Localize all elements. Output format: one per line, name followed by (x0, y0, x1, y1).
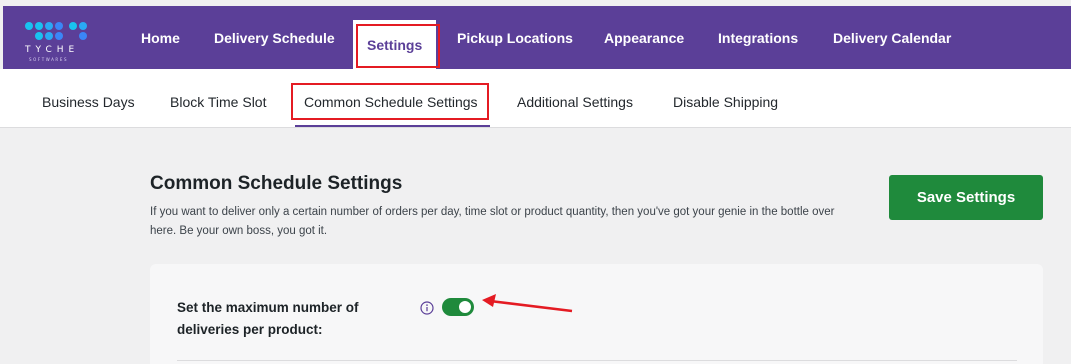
red-arrow-annotation (482, 294, 573, 313)
settings-highlight-box (356, 24, 440, 68)
logo-subtitle: SOFTWARES (29, 57, 69, 62)
tab-block-time-slot[interactable]: Block Time Slot (170, 69, 266, 127)
info-icon[interactable] (420, 301, 434, 315)
nav-pickup-locations[interactable]: Pickup Locations (457, 6, 573, 69)
sub-navigation-bar: Business Days Block Time Slot Common Sch… (0, 69, 1071, 128)
card-divider (177, 360, 1017, 361)
settings-card: Set the maximum number of deliveries per… (150, 264, 1043, 364)
max-deliveries-toggle[interactable] (442, 298, 474, 316)
active-tab-underline (295, 125, 490, 127)
tyche-logo[interactable]: TYCHE SOFTWARES (25, 20, 95, 64)
save-settings-button[interactable]: Save Settings (889, 175, 1043, 220)
nav-delivery-calendar[interactable]: Delivery Calendar (833, 6, 951, 69)
common-schedule-highlight-box (291, 83, 489, 120)
nav-delivery-schedule[interactable]: Delivery Schedule (214, 6, 335, 69)
page-title: Common Schedule Settings (150, 173, 403, 194)
top-navigation-bar: TYCHE SOFTWARES Home Delivery Schedule S… (3, 6, 1071, 69)
tab-disable-shipping[interactable]: Disable Shipping (673, 69, 778, 127)
toggle-knob (459, 301, 471, 313)
page-description: If you want to deliver only a certain nu… (150, 206, 835, 237)
tab-additional-settings[interactable]: Additional Settings (517, 69, 633, 127)
tab-business-days[interactable]: Business Days (42, 69, 135, 127)
max-deliveries-label: Set the maximum number of deliveries per… (177, 300, 359, 337)
nav-integrations[interactable]: Integrations (718, 6, 798, 69)
logo-name: TYCHE (25, 45, 80, 55)
nav-appearance[interactable]: Appearance (604, 6, 684, 69)
nav-home[interactable]: Home (141, 6, 180, 69)
